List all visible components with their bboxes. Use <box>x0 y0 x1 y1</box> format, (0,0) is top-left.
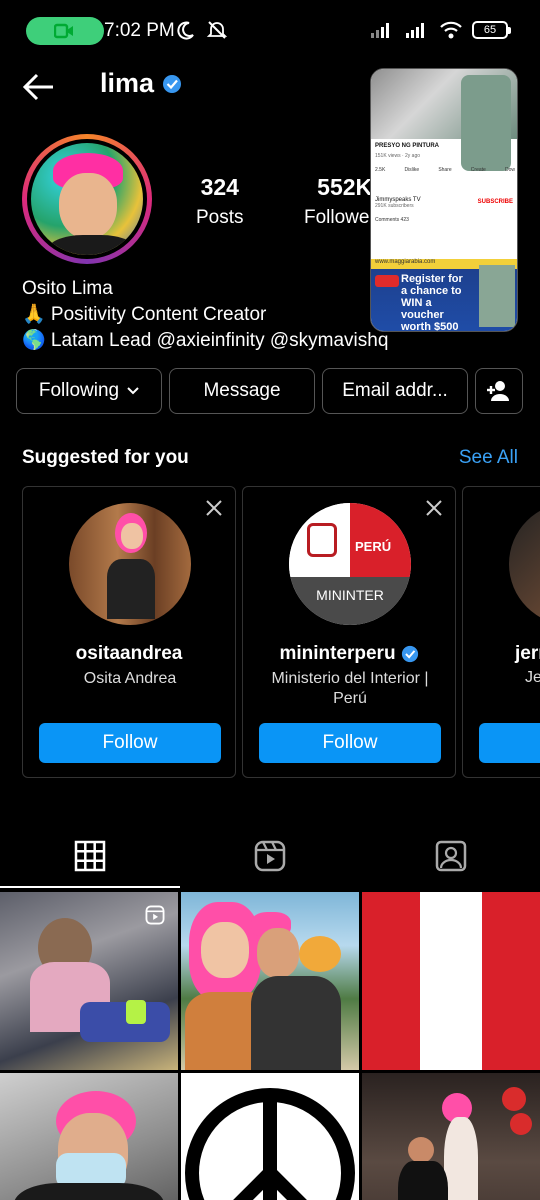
verified-badge-icon <box>163 74 182 93</box>
add-person-icon <box>487 381 509 401</box>
pip-ad-side-video <box>479 265 515 327</box>
close-icon[interactable] <box>205 499 223 517</box>
close-icon[interactable] <box>425 499 443 517</box>
suggested-username[interactable]: jerr <box>515 643 540 665</box>
mininter-logo-bottom: MININTER <box>316 587 384 603</box>
suggested-card[interactable]: PERÚ MININTER mininterperu Ministerio de… <box>242 486 456 778</box>
grid-icon[interactable] <box>72 838 108 874</box>
avatar <box>27 139 147 259</box>
pip-create: Create <box>470 167 486 173</box>
post-thumbnail[interactable] <box>0 1073 178 1200</box>
posts-count: 324 <box>200 174 239 200</box>
battery-indicator: 65 <box>472 21 511 39</box>
suggested-username[interactable]: mininterperu <box>243 643 455 665</box>
peace-symbol-icon <box>185 1088 355 1200</box>
following-label: Following <box>38 380 120 401</box>
video-call-icon <box>54 23 73 39</box>
bio-line-1: 🙏 Positivity Content Creator <box>22 304 267 325</box>
profile-username-title: lima <box>100 68 182 99</box>
ongoing-call-indicator[interactable] <box>26 17 104 45</box>
pip-comments: Comments 423 <box>375 217 409 223</box>
profile-avatar-ring[interactable] <box>22 134 152 264</box>
suggested-heading: Suggested for you <box>22 447 189 468</box>
pip-actions-row: 2.5K Dislike Share Create Dow <box>375 167 515 173</box>
picture-in-picture-video[interactable]: PRESYO NG PINTURA 151K views · 2y ago 2.… <box>370 68 518 332</box>
tab-active-indicator <box>0 886 180 888</box>
pip-subscribe: SUBSCRIBE <box>477 199 513 205</box>
pip-like: 2.5K <box>375 167 386 173</box>
pip-video-title: PRESYO NG PINTURA <box>375 143 440 149</box>
post-thumbnail[interactable] <box>181 892 359 1070</box>
suggested-card[interactable]: ositaandrea Osita Andrea Follow <box>22 486 236 778</box>
muted-bell-icon <box>206 21 228 39</box>
reel-badge-icon <box>145 905 165 925</box>
post-thumbnail[interactable] <box>181 1073 359 1200</box>
post-thumbnail[interactable] <box>362 892 540 1070</box>
pip-inner-video <box>461 75 511 171</box>
chevron-down-icon <box>127 387 139 395</box>
signal-icon <box>371 23 389 38</box>
posts-label: Posts <box>196 207 244 228</box>
username-text: lima <box>100 68 155 98</box>
pip-ad-text: Register for a chance to WIN a voucher w… <box>401 273 463 332</box>
suggested-username[interactable]: ositaandrea <box>23 643 235 665</box>
add-person-button[interactable] <box>475 368 523 414</box>
message-label: Message <box>203 380 281 401</box>
suggested-card[interactable]: jerr Je <box>462 486 540 778</box>
signal-icon-2 <box>406 23 424 38</box>
status-bar: 7:02 PM 65 <box>0 0 540 60</box>
pip-share: Share <box>438 167 452 173</box>
suggested-fullname: Ministerio del Interior | Perú <box>271 670 429 707</box>
follow-button[interactable]: Follow <box>259 723 441 763</box>
wifi-icon <box>440 21 462 39</box>
moon-icon <box>177 21 194 40</box>
post-thumbnail[interactable] <box>362 1073 540 1200</box>
pip-channel: Jimmyspeaks TV 291K subscribers <box>375 197 421 209</box>
suggested-avatar[interactable]: PERÚ MININTER <box>289 503 411 625</box>
bio-line-2[interactable]: 🌎 Latam Lead @axieinfinity @skymavishq <box>22 328 388 354</box>
pip-video-meta: 151K views · 2y ago <box>375 153 421 159</box>
following-button[interactable]: Following <box>16 368 162 414</box>
suggested-avatar[interactable] <box>509 503 540 625</box>
follow-button[interactable]: Follow <box>39 723 221 763</box>
reels-icon[interactable] <box>252 838 288 874</box>
follow-button[interactable] <box>479 723 540 763</box>
verified-badge-icon <box>401 645 418 663</box>
display-name: Osito Lima <box>22 278 113 299</box>
suggested-fullname: Je <box>525 669 540 686</box>
see-all-link[interactable]: See All <box>459 447 518 469</box>
post-thumbnail[interactable] <box>0 892 178 1070</box>
arrow-left-icon[interactable] <box>22 70 56 104</box>
suggested-avatar[interactable] <box>69 503 191 625</box>
posts-stat[interactable]: 324 Posts <box>196 174 244 229</box>
pip-ad-banner: www.maggiarabia.com Register for a chanc… <box>371 259 517 332</box>
status-time: 7:02 PM <box>104 20 175 41</box>
email-label: Email addr... <box>342 380 448 401</box>
mininter-logo-top: PERÚ <box>355 539 392 554</box>
pip-download: Dow <box>504 167 515 173</box>
profile-bio: Osito Lima 🙏 Positivity Content Creator … <box>22 276 388 354</box>
message-button[interactable]: Message <box>169 368 315 414</box>
pip-dislike: Dislike <box>404 167 420 173</box>
email-button[interactable]: Email addr... <box>322 368 468 414</box>
tagged-icon[interactable] <box>433 838 469 874</box>
suggested-fullname: Osita Andrea <box>83 670 177 687</box>
